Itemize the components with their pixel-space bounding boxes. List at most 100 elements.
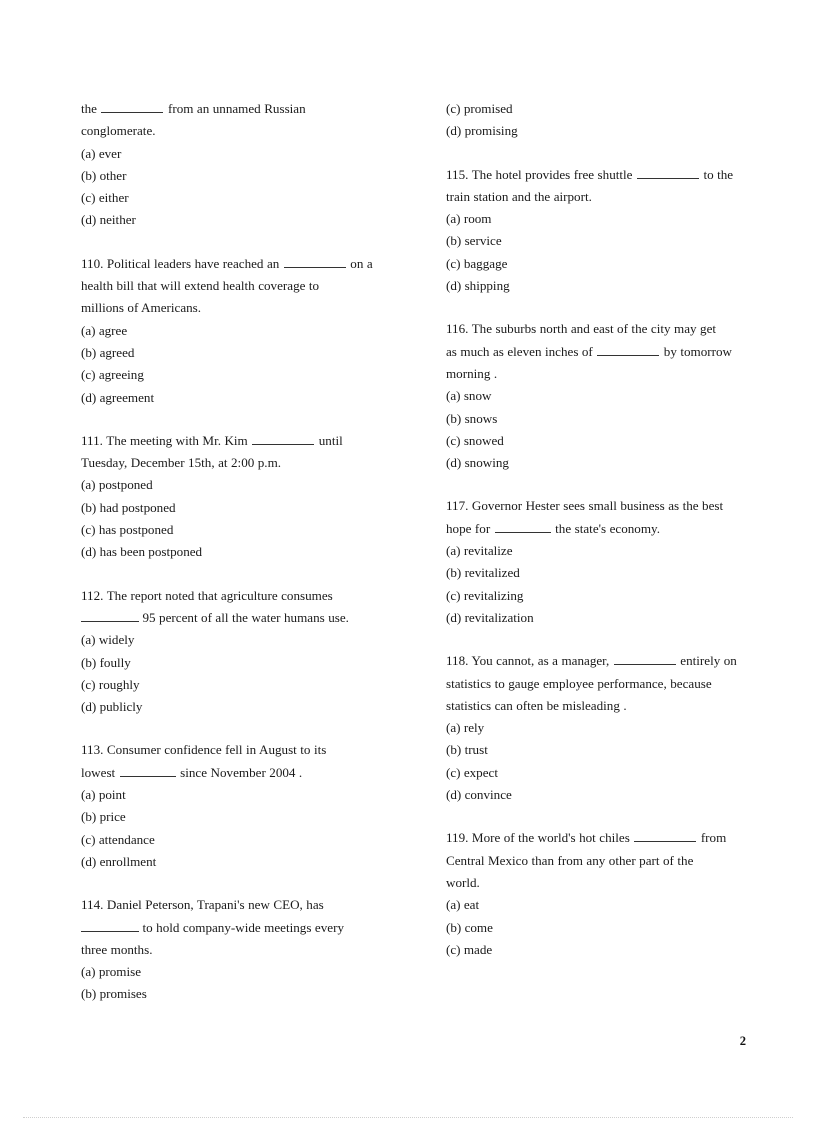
option-item[interactable]: (c) roughly xyxy=(81,674,398,696)
option-item[interactable]: (d) publicly xyxy=(81,696,398,718)
stem-text-c: since November 2004 . xyxy=(180,764,303,780)
option-item[interactable]: (c) baggage xyxy=(446,253,746,275)
option-item[interactable]: (a) point xyxy=(81,784,398,806)
option-text: room xyxy=(463,211,492,227)
option-text: snowing xyxy=(464,455,509,471)
option-label: (c) xyxy=(446,941,461,957)
option-text: either xyxy=(98,190,129,206)
option-label: (a) xyxy=(446,543,461,559)
option-label: (d) xyxy=(446,123,462,139)
answer-blank xyxy=(119,765,176,777)
option-text: promises xyxy=(99,986,147,1002)
option-item[interactable]: (a) promise xyxy=(81,961,398,983)
option-text: expect xyxy=(463,764,498,780)
option-item[interactable]: (a) ever xyxy=(81,143,398,165)
option-item[interactable]: (a) revitalize xyxy=(446,540,746,562)
option-item[interactable]: (c) either xyxy=(81,187,398,209)
question-block-115: 115. The hotel provides free shuttle to … xyxy=(446,164,746,298)
option-label: (a) xyxy=(81,787,96,803)
option-item[interactable]: (d) promising xyxy=(446,120,746,142)
option-text: revitalize xyxy=(463,543,513,559)
stem-text-a: Daniel Peterson, Trapani's new CEO, has xyxy=(106,897,324,913)
answer-blank xyxy=(81,920,139,932)
question-block-111: 111. The meeting with Mr. Kim until Tues… xyxy=(81,430,398,564)
option-item[interactable]: (d) revitalization xyxy=(446,607,746,629)
option-list: (a) postponed (b) had postponed (c) has … xyxy=(81,474,398,563)
option-item[interactable]: (a) agree xyxy=(81,320,398,342)
option-text: agreed xyxy=(99,344,135,360)
stem-text-c: Tuesday, December 15th, at 2:00 p.m. xyxy=(81,455,282,471)
option-item[interactable]: (d) agreement xyxy=(81,387,398,409)
option-item[interactable]: (b) agreed xyxy=(81,342,398,364)
option-item[interactable]: (a) widely xyxy=(81,629,398,651)
option-item[interactable]: (b) had postponed xyxy=(81,497,398,519)
option-item[interactable]: (c) made xyxy=(446,939,746,961)
question-block-continued: the from an unnamed Russian conglomerate… xyxy=(81,98,398,232)
question-number: 116. xyxy=(446,321,469,337)
option-item[interactable]: (c) has postponed xyxy=(81,519,398,541)
option-label: (b) xyxy=(446,233,462,249)
option-item[interactable]: (b) foully xyxy=(81,652,398,674)
stem-text-c: health bill that will extend health cove… xyxy=(81,278,320,294)
option-item[interactable]: (c) expect xyxy=(446,762,746,784)
option-label: (a) xyxy=(81,964,96,980)
option-list: (a) revitalize (b) revitalized (c) revit… xyxy=(446,540,746,629)
option-item[interactable]: (a) room xyxy=(446,208,746,230)
option-item[interactable]: (c) promised xyxy=(446,98,746,120)
option-item[interactable]: (d) convince xyxy=(446,784,746,806)
stem-text-d: morning . xyxy=(446,365,498,381)
option-item[interactable]: (a) snow xyxy=(446,385,746,407)
stem-text-a: The hotel provides free shuttle xyxy=(471,166,633,182)
stem-text-b: from an unnamed Russian xyxy=(167,101,306,116)
option-item[interactable]: (b) revitalized xyxy=(446,562,746,584)
option-item[interactable]: (a) postponed xyxy=(81,474,398,496)
option-label: (c) xyxy=(446,432,461,448)
option-item[interactable]: (b) promises xyxy=(81,983,398,1005)
option-text: agreeing xyxy=(98,367,144,383)
page-number: 2 xyxy=(739,1034,746,1048)
option-text: convince xyxy=(464,787,512,803)
option-item[interactable]: (d) enrollment xyxy=(81,851,398,873)
question-stem: 112. The report noted that agriculture c… xyxy=(81,585,398,630)
option-item[interactable]: (c) attendance xyxy=(81,829,398,851)
option-label: (c) xyxy=(446,255,461,271)
stem-text-a: The report noted that agriculture consum… xyxy=(106,587,333,603)
option-item[interactable]: (c) agreeing xyxy=(81,364,398,386)
option-item[interactable]: (b) come xyxy=(446,917,746,939)
answer-blank xyxy=(634,831,697,843)
answer-blank xyxy=(636,167,699,179)
stem-text-a: The suburbs north and east of the city m… xyxy=(471,321,717,337)
question-stem: 110. Political leaders have reached an o… xyxy=(81,253,398,320)
option-item[interactable]: (b) price xyxy=(81,806,398,828)
stem-text-a: the xyxy=(81,101,97,116)
option-item[interactable]: (b) other xyxy=(81,165,398,187)
left-column: the from an unnamed Russian conglomerate… xyxy=(0,98,398,1027)
option-text: revitalization xyxy=(464,609,534,625)
question-block-112: 112. The report noted that agriculture c… xyxy=(81,585,398,719)
question-number: 113. xyxy=(81,742,104,758)
option-label: (b) xyxy=(81,167,97,183)
question-number: 110. xyxy=(81,255,104,271)
option-item[interactable]: (a) eat xyxy=(446,894,746,916)
option-label: (a) xyxy=(446,897,461,913)
option-list: (a) widely (b) foully (c) roughly (d) pu… xyxy=(81,629,398,718)
option-list: (a) room (b) service (c) baggage (d) shi… xyxy=(446,208,746,297)
option-text: shipping xyxy=(464,278,510,294)
option-item[interactable]: (b) trust xyxy=(446,739,746,761)
question-stem: 111. The meeting with Mr. Kim until Tues… xyxy=(81,430,398,475)
option-item[interactable]: (d) has been postponed xyxy=(81,541,398,563)
option-item[interactable]: (b) service xyxy=(446,230,746,252)
option-label: (b) xyxy=(81,809,97,825)
option-item[interactable]: (a) rely xyxy=(446,717,746,739)
answer-blank xyxy=(101,101,164,113)
stem-text-d: millions of Americans. xyxy=(81,300,202,316)
option-item[interactable]: (d) snowing xyxy=(446,452,746,474)
option-item[interactable]: (c) snowed xyxy=(446,430,746,452)
option-item[interactable]: (c) revitalizing xyxy=(446,585,746,607)
question-stem: 114. Daniel Peterson, Trapani's new CEO,… xyxy=(81,894,398,961)
option-item[interactable]: (d) shipping xyxy=(446,275,746,297)
option-text: service xyxy=(464,233,502,249)
option-item[interactable]: (b) snows xyxy=(446,408,746,430)
right-column: (c) promised (d) promising 115. The hote… xyxy=(398,98,816,982)
option-item[interactable]: (d) neither xyxy=(81,209,398,231)
